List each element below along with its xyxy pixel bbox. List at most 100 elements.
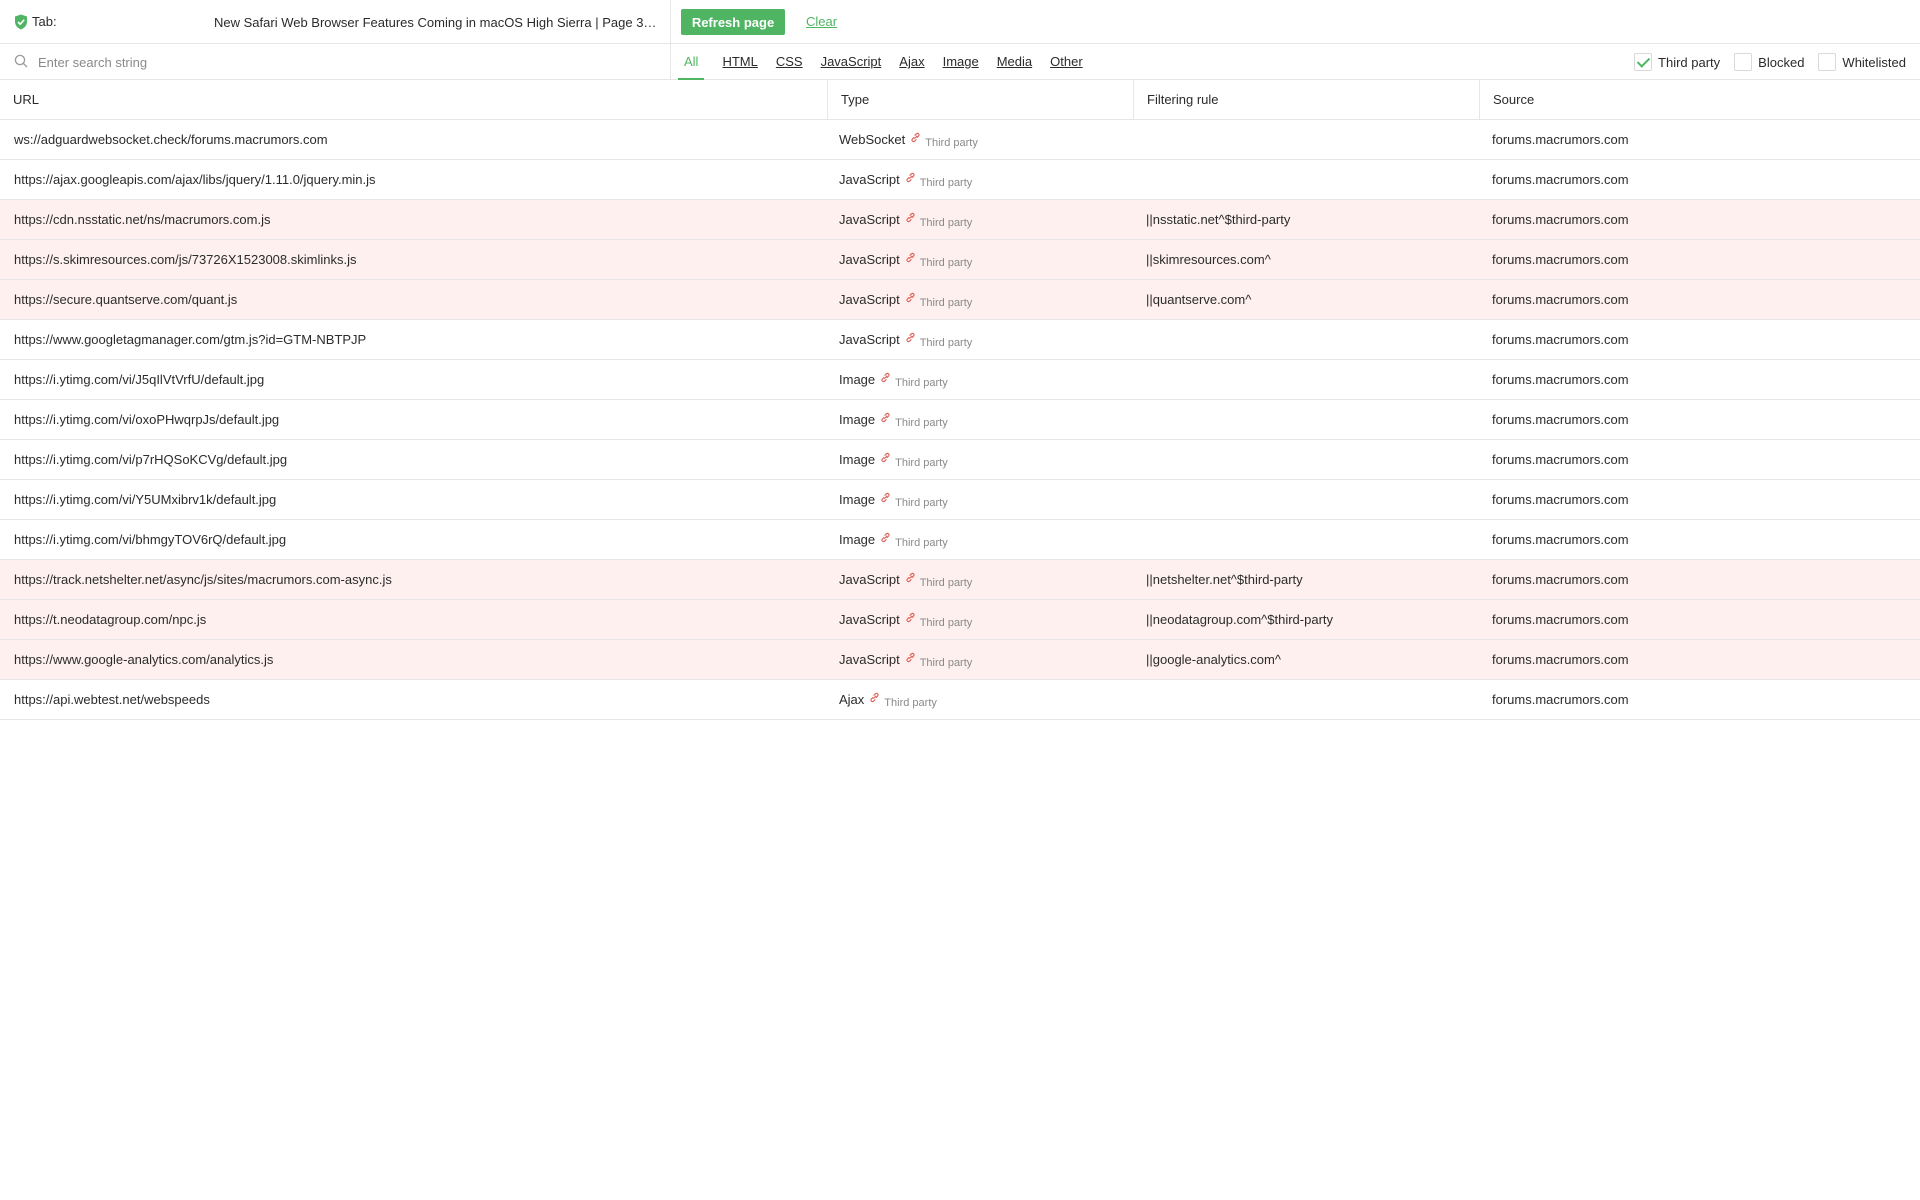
table-row[interactable]: https://track.netshelter.net/async/js/si… xyxy=(0,560,1920,600)
url-cell[interactable]: https://track.netshelter.net/async/js/si… xyxy=(14,560,814,600)
filter-bar: All HTML CSS JavaScript Ajax Image Media… xyxy=(0,44,1920,80)
filtering-rule-cell[interactable] xyxy=(1146,160,1476,200)
link-icon xyxy=(870,692,879,703)
source-cell: forums.macrumors.com xyxy=(1492,212,1629,227)
type-cell: Image Third party xyxy=(839,480,1129,520)
type-label: Image xyxy=(839,372,876,387)
filtering-rule-cell[interactable]: ||netshelter.net^$third-party xyxy=(1146,560,1476,600)
url-cell[interactable]: https://api.webtest.net/webspeeds xyxy=(14,680,814,720)
filtering-rule-cell[interactable]: ||google-analytics.com^ xyxy=(1146,640,1476,680)
type-label: Image xyxy=(839,412,876,427)
type-cell: Ajax Third party xyxy=(839,680,1129,720)
url-cell[interactable]: https://i.ytimg.com/vi/p7rHQSoKCVg/defau… xyxy=(14,440,814,480)
table-row[interactable]: https://t.neodatagroup.com/npc.js JavaScr… xyxy=(0,600,1920,640)
filtering-rule-cell[interactable] xyxy=(1146,120,1476,160)
filtering-rule-cell[interactable] xyxy=(1146,680,1476,720)
url-cell[interactable]: https://i.ytimg.com/vi/J5qIlVtVrfU/defau… xyxy=(14,360,814,400)
table-row[interactable]: https://ajax.googleapis.com/ajax/libs/jq… xyxy=(0,160,1920,200)
search-input[interactable] xyxy=(36,52,636,72)
filtering-rule-cell[interactable]: ||nsstatic.net^$third-party xyxy=(1146,200,1476,240)
link-icon xyxy=(906,212,915,223)
checkbox-icon[interactable] xyxy=(1818,53,1837,71)
table-row[interactable]: https://i.ytimg.com/vi/J5qIlVtVrfU/defau… xyxy=(0,360,1920,400)
tab-css[interactable]: CSS xyxy=(776,44,803,80)
tab-all[interactable]: All xyxy=(678,44,705,80)
whitelisted-checkbox[interactable]: Whitelisted xyxy=(1818,53,1906,71)
column-header-source[interactable]: Source xyxy=(1479,80,1920,120)
table-row[interactable]: https://secure.quantserve.com/quant.js Ja… xyxy=(0,280,1920,320)
type-cell: Image Third party xyxy=(839,440,1129,480)
url-cell[interactable]: https://i.ytimg.com/vi/bhmgyTOV6rQ/defau… xyxy=(14,520,814,560)
table-row[interactable]: https://s.skimresources.com/js/73726X152… xyxy=(0,240,1920,280)
source-cell: forums.macrumors.com xyxy=(1492,532,1629,547)
source-cell: forums.macrumors.com xyxy=(1492,492,1629,507)
source-cell: forums.macrumors.com xyxy=(1492,412,1629,427)
third-party-tag: Third party xyxy=(919,337,973,349)
table-row[interactable]: https://api.webtest.net/webspeeds Ajax Thi… xyxy=(0,680,1920,720)
filtering-rule-cell[interactable] xyxy=(1146,440,1476,480)
checkbox-icon[interactable] xyxy=(1734,53,1753,71)
refresh-page-button[interactable]: Refresh page xyxy=(681,9,785,35)
table-row[interactable]: https://www.google-analytics.com/analyti… xyxy=(0,640,1920,680)
tab-dropdown[interactable]: New Safari Web Browser Features Coming i… xyxy=(214,15,658,30)
type-cell: JavaScript Third party xyxy=(839,560,1129,600)
filtering-rule-cell[interactable]: ||quantserve.com^ xyxy=(1146,280,1476,320)
tab-label: Tab: xyxy=(32,14,57,29)
third-party-tag: Third party xyxy=(919,217,973,229)
url-cell[interactable]: https://t.neodatagroup.com/npc.js xyxy=(14,600,814,640)
link-icon xyxy=(881,492,890,503)
type-label: JavaScript xyxy=(839,292,900,307)
third-party-checkbox[interactable]: Third party xyxy=(1634,53,1720,71)
url-cell[interactable]: https://s.skimresources.com/js/73726X152… xyxy=(14,240,814,280)
type-cell: JavaScript Third party xyxy=(839,600,1129,640)
table-row[interactable]: https://i.ytimg.com/vi/oxoPHwqrpJs/defau… xyxy=(0,400,1920,440)
type-label: Ajax xyxy=(839,692,865,707)
link-icon xyxy=(881,532,890,543)
third-party-tag: Third party xyxy=(919,297,973,309)
url-cell[interactable]: https://secure.quantserve.com/quant.js xyxy=(14,280,814,320)
url-cell[interactable]: ws://adguardwebsocket.check/forums.macru… xyxy=(14,120,814,160)
type-cell: JavaScript Third party xyxy=(839,320,1129,360)
table-row[interactable]: https://i.ytimg.com/vi/bhmgyTOV6rQ/defau… xyxy=(0,520,1920,560)
tab-other[interactable]: Other xyxy=(1050,44,1083,80)
column-header-filtering-rule[interactable]: Filtering rule xyxy=(1133,80,1479,120)
source-cell: forums.macrumors.com xyxy=(1492,692,1629,707)
table-row[interactable]: https://cdn.nsstatic.net/ns/macrumors.co… xyxy=(0,200,1920,240)
url-cell[interactable]: https://i.ytimg.com/vi/Y5UMxibrv1k/defau… xyxy=(14,480,814,520)
third-party-tag: Third party xyxy=(884,697,937,709)
clear-link[interactable]: Clear xyxy=(806,14,837,29)
filtering-rule-cell[interactable] xyxy=(1146,400,1476,440)
column-header-url[interactable]: URL xyxy=(0,80,827,120)
search-box xyxy=(0,44,671,80)
url-cell[interactable]: https://i.ytimg.com/vi/oxoPHwqrpJs/defau… xyxy=(14,400,814,440)
url-cell[interactable]: https://www.googletagmanager.com/gtm.js?… xyxy=(14,320,814,360)
link-icon xyxy=(906,652,915,663)
url-cell[interactable]: https://cdn.nsstatic.net/ns/macrumors.co… xyxy=(14,200,814,240)
table-row[interactable]: https://i.ytimg.com/vi/Y5UMxibrv1k/defau… xyxy=(0,480,1920,520)
type-label: Image xyxy=(839,492,876,507)
filtering-rule-cell[interactable] xyxy=(1146,320,1476,360)
checkbox-checked-icon[interactable] xyxy=(1634,53,1653,71)
tab-image[interactable]: Image xyxy=(943,44,979,80)
filtering-rule-cell[interactable] xyxy=(1146,360,1476,400)
table-row[interactable]: https://www.googletagmanager.com/gtm.js?… xyxy=(0,320,1920,360)
tab-html[interactable]: HTML xyxy=(722,44,757,80)
blocked-label: Blocked xyxy=(1758,54,1805,70)
filtering-rule-cell[interactable] xyxy=(1146,520,1476,560)
filtering-rule-cell[interactable]: ||neodatagroup.com^$third-party xyxy=(1146,600,1476,640)
filtering-rule-cell[interactable]: ||skimresources.com^ xyxy=(1146,240,1476,280)
blocked-checkbox[interactable]: Blocked xyxy=(1734,53,1804,71)
source-cell: forums.macrumors.com xyxy=(1492,252,1629,267)
whitelisted-label: Whitelisted xyxy=(1842,54,1906,70)
type-label: Image xyxy=(839,532,876,547)
column-header-type[interactable]: Type xyxy=(827,80,1133,120)
filtering-rule-cell[interactable] xyxy=(1146,480,1476,520)
tab-ajax[interactable]: Ajax xyxy=(899,44,924,80)
url-cell[interactable]: https://ajax.googleapis.com/ajax/libs/jq… xyxy=(14,160,814,200)
tab-javascript[interactable]: JavaScript xyxy=(821,44,882,80)
link-icon xyxy=(906,292,915,303)
table-row[interactable]: https://i.ytimg.com/vi/p7rHQSoKCVg/defau… xyxy=(0,440,1920,480)
url-cell[interactable]: https://www.google-analytics.com/analyti… xyxy=(14,640,814,680)
tab-media[interactable]: Media xyxy=(997,44,1032,80)
table-row[interactable]: ws://adguardwebsocket.check/forums.macru… xyxy=(0,120,1920,160)
